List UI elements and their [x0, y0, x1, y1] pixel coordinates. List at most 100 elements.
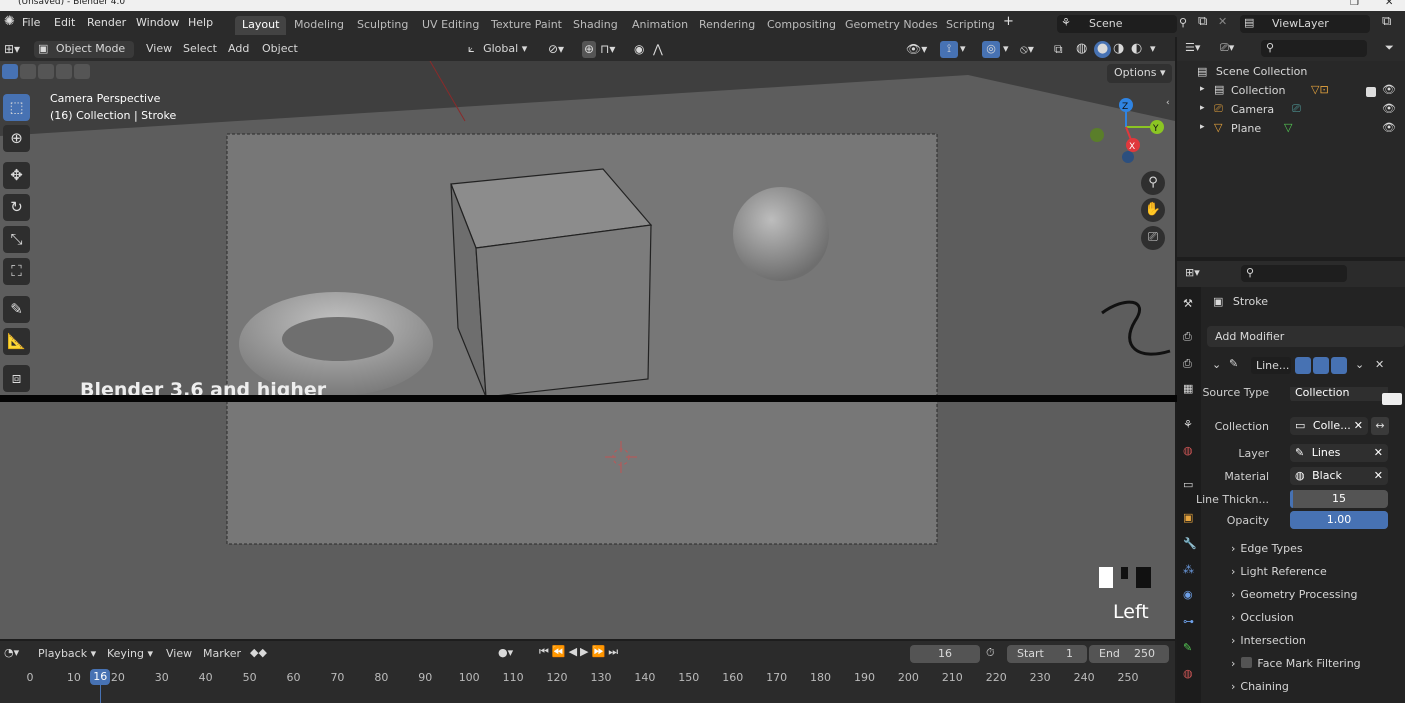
- section-intersection[interactable]: › Intersection: [1231, 634, 1306, 647]
- editor-type-icon[interactable]: ⊞▾: [4, 41, 20, 58]
- chevron-down-icon[interactable]: ▾: [960, 41, 966, 58]
- display-mode-icon[interactable]: ⎚▾: [1220, 41, 1234, 55]
- zoom-icon[interactable]: ⚲: [1141, 171, 1165, 195]
- camera-data-icon[interactable]: ⎚: [1292, 102, 1301, 116]
- measure-icon[interactable]: 📐: [3, 328, 30, 355]
- scene-selector[interactable]: ⚘ Scene ⚲: [1057, 15, 1187, 33]
- mode-dropdown[interactable]: ▣ Object Mode ▾: [34, 41, 134, 71]
- scale-icon[interactable]: ⤡: [3, 226, 30, 253]
- tab-texture-paint[interactable]: Texture Paint: [484, 16, 569, 35]
- select-subtract-icon[interactable]: [38, 64, 54, 79]
- properties-editor-icon[interactable]: ⊞▾: [1185, 266, 1200, 279]
- section-chaining[interactable]: › Chaining: [1231, 680, 1289, 693]
- select-invert-icon[interactable]: [56, 64, 72, 79]
- eye-icon[interactable]: 👁: [1382, 83, 1396, 96]
- menu-select[interactable]: Select: [183, 41, 217, 58]
- eye-icon[interactable]: 👁: [1382, 102, 1396, 115]
- outliner-editor-icon[interactable]: ☰▾: [1185, 41, 1200, 54]
- filter-restriction-icon[interactable]: ▽⊡: [1311, 83, 1329, 96]
- menu-object[interactable]: Object: [262, 41, 298, 58]
- output-tab-icon[interactable]: ⎙: [1183, 357, 1192, 371]
- annotate-icon[interactable]: ✎: [3, 296, 30, 323]
- cursor-icon[interactable]: ⊕: [3, 125, 30, 152]
- scene-collection-row[interactable]: ▤ Scene Collection: [1197, 65, 1307, 78]
- tab-compositing[interactable]: Compositing: [760, 16, 843, 35]
- rotate-icon[interactable]: ↻: [3, 194, 30, 221]
- outliner-search-input[interactable]: ⚲: [1261, 40, 1367, 57]
- tab-scripting[interactable]: Scripting: [939, 16, 1002, 35]
- properties-search-input[interactable]: ⚲: [1241, 265, 1347, 282]
- outliner-item-plane[interactable]: ▸ ▽ Plane ▽ 👁: [1177, 121, 1405, 140]
- solid-shading-icon[interactable]: ●: [1094, 41, 1111, 58]
- menu-add[interactable]: Add: [228, 41, 249, 58]
- render-tab-icon[interactable]: ⎙: [1183, 330, 1192, 344]
- render-toggle-icon[interactable]: [1331, 357, 1347, 374]
- outliner-item-camera[interactable]: ▸ ⎚ Camera ⎚ 👁: [1177, 102, 1405, 121]
- clear-icon[interactable]: ✕: [1374, 467, 1383, 485]
- move-icon[interactable]: ✥: [3, 162, 30, 189]
- falloff-icon[interactable]: ⋀: [653, 41, 663, 58]
- tab-modeling[interactable]: Modeling: [287, 16, 351, 35]
- section-light-reference[interactable]: › Light Reference: [1231, 565, 1327, 578]
- expand-icon[interactable]: ▸: [1200, 122, 1205, 132]
- snap-icon[interactable]: ⊕: [582, 41, 597, 58]
- material-tab-icon[interactable]: ◍: [1183, 667, 1193, 680]
- menu-file[interactable]: File: [22, 16, 40, 29]
- new-scene-icon[interactable]: ⧉: [1198, 14, 1207, 29]
- modifier-name-input[interactable]: Line...: [1251, 357, 1291, 374]
- include-checkbox[interactable]: [1366, 87, 1376, 97]
- expand-icon[interactable]: ▸: [1200, 103, 1205, 113]
- cube-front-face[interactable]: [475, 224, 652, 398]
- eye-icon[interactable]: 👁: [1382, 121, 1396, 134]
- snap-target-icon[interactable]: ⊓▾: [600, 41, 615, 58]
- proportional-edit-icon[interactable]: ◉: [634, 41, 644, 58]
- playhead[interactable]: 16: [90, 669, 111, 685]
- gizmo-toggle-icon[interactable]: ⟟: [940, 41, 958, 58]
- collection-field[interactable]: ▭ Colle... ✕: [1290, 417, 1368, 435]
- tab-shading[interactable]: Shading: [566, 16, 625, 35]
- expand-icon[interactable]: ▸: [1200, 84, 1205, 94]
- constraints-tab-icon[interactable]: ⊶: [1183, 615, 1194, 628]
- clear-icon[interactable]: ✕: [1354, 417, 1363, 435]
- sidebar-toggle-icon[interactable]: ‹: [1166, 98, 1170, 108]
- section-edge-types[interactable]: › Edge Types: [1231, 542, 1303, 555]
- options-button[interactable]: Options ▾: [1107, 64, 1173, 83]
- chevron-down-icon[interactable]: ▾: [1150, 41, 1156, 58]
- scrollbar-handle[interactable]: [1382, 393, 1402, 405]
- section-occlusion[interactable]: › Occlusion: [1231, 611, 1294, 624]
- edit-mode-toggle-icon[interactable]: [1295, 357, 1311, 374]
- material-field[interactable]: ◍ Black ✕: [1290, 467, 1388, 485]
- wireframe-shading-icon[interactable]: ◍: [1076, 41, 1087, 58]
- source-type-dropdown[interactable]: Collection: [1290, 387, 1388, 401]
- tab-rendering[interactable]: Rendering: [692, 16, 762, 35]
- viewport-toggle-icon[interactable]: [1313, 357, 1329, 374]
- layer-field[interactable]: ✎ Lines ✕: [1290, 444, 1388, 462]
- new-view-layer-icon[interactable]: ⧉: [1382, 14, 1391, 29]
- select-box-icon[interactable]: ⬚: [3, 94, 30, 121]
- blender-logo-icon[interactable]: ✺: [4, 14, 15, 29]
- transform-icon[interactable]: ⛶: [3, 258, 30, 285]
- pivot-point-icon[interactable]: ⊘▾: [548, 41, 564, 58]
- mesh-data-icon[interactable]: ▽: [1284, 121, 1292, 134]
- menu-render[interactable]: Render: [87, 16, 126, 29]
- visibility-icon[interactable]: 👁▾: [906, 41, 927, 58]
- transform-orientation-dropdown[interactable]: ⟀ Global ▾: [468, 41, 540, 58]
- xray-icon[interactable]: ⦸▾: [1020, 41, 1034, 58]
- section-face-mark-filtering[interactable]: › Face Mark Filtering: [1231, 657, 1361, 670]
- chevron-down-icon[interactable]: ▾: [1003, 41, 1009, 58]
- frame-ruler[interactable]: 0 10 20 30 40 50 60 70 80 90 100 110 120 130 140 150 160…: [0, 641, 1175, 703]
- sphere[interactable]: [733, 187, 829, 281]
- filter-icon[interactable]: ⏷: [1385, 41, 1394, 55]
- outliner-item-collection[interactable]: ▸ ▤ Collection ▽⊡ 👁: [1177, 83, 1405, 102]
- opacity-slider[interactable]: 1.00: [1290, 511, 1388, 529]
- add-modifier-button[interactable]: Add Modifier: [1207, 326, 1405, 347]
- particles-tab-icon[interactable]: ⁂: [1183, 563, 1194, 576]
- select-intersect-icon[interactable]: [74, 64, 90, 79]
- pin-icon[interactable]: ⚲: [1179, 16, 1187, 29]
- tab-uv-editing[interactable]: UV Editing: [415, 16, 486, 35]
- overlays-toggle-icon[interactable]: ◎: [982, 41, 1000, 58]
- toggle-xray-icon[interactable]: ⧉: [1054, 41, 1063, 58]
- menu-window[interactable]: Window: [136, 16, 179, 29]
- close-icon[interactable]: ✕: [1385, 0, 1393, 8]
- physics-tab-icon[interactable]: ◉: [1183, 588, 1193, 601]
